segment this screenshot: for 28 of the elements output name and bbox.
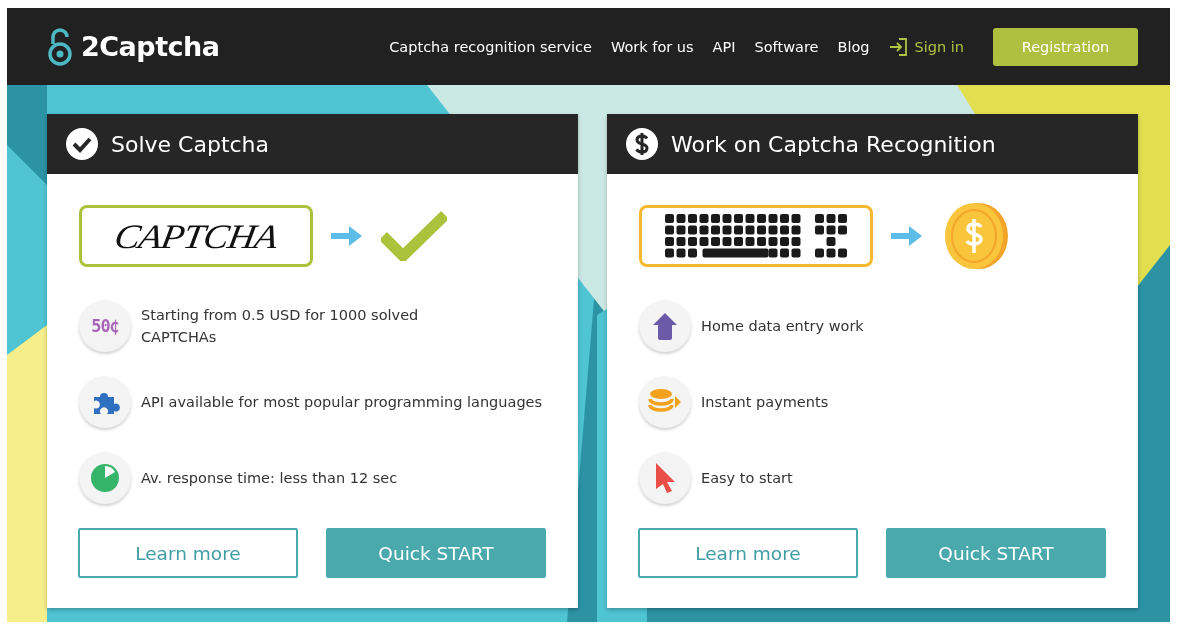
checkmark-icon (381, 211, 447, 261)
nav-link[interactable]: API (712, 38, 736, 55)
sign-in-link[interactable]: Sign in (888, 36, 964, 57)
cursor-icon (653, 461, 677, 494)
feature-text: Av. response time: less than 12 sec (141, 468, 398, 488)
card-title: Solve Captcha (111, 131, 270, 157)
house-icon (652, 311, 678, 340)
logo-text[interactable]: 2Captcha (81, 31, 220, 62)
arrow-icon (331, 225, 363, 247)
feature-text: Instant payments (701, 392, 829, 412)
feature-text: API available for most popular programming languages (141, 392, 543, 412)
check-circle-icon (65, 127, 99, 161)
feature-text: Starting from 0.5 USD for 1000 solved CAPTCHAs (141, 305, 420, 347)
padlock-icon (47, 27, 73, 66)
pie-chart-icon (90, 462, 120, 493)
dollar-circle-icon (625, 127, 659, 161)
keyboard-icon (665, 214, 847, 258)
nav-link[interactable]: Blog (837, 38, 870, 55)
arrow-icon (891, 225, 923, 247)
feature-text: Easy to start (701, 468, 793, 488)
card-title: Work on Captcha Recognition (671, 131, 996, 157)
sign-in-icon (888, 36, 909, 57)
nav-link[interactable]: Captcha recognition service (389, 38, 592, 55)
nav-link[interactable]: Software (754, 38, 819, 55)
nav-link[interactable]: Work for us (610, 38, 694, 55)
feature-text: Home data entry work (701, 316, 864, 336)
price-icon: 50¢ (91, 315, 119, 336)
captcha-text: CAPTCHA (111, 216, 281, 256)
